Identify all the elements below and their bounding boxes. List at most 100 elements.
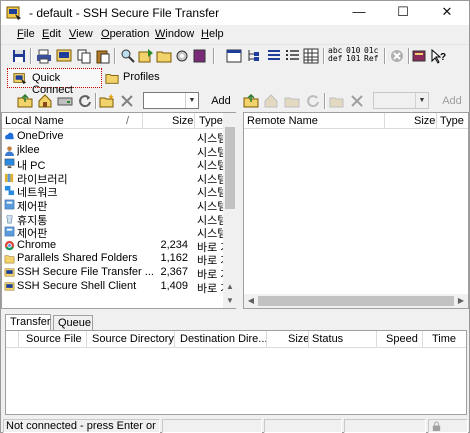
- up-folder-icon[interactable]: [243, 93, 259, 109]
- scroll-up-icon[interactable]: ▲: [223, 280, 236, 294]
- binary-mode-icon[interactable]: 010 101: [346, 47, 360, 63]
- transfer-list[interactable]: Source File Source Directory Destination…: [5, 330, 467, 415]
- list-item[interactable]: 휴지통 시스템: [2, 212, 227, 227]
- maximize-button[interactable]: ☐: [381, 1, 425, 25]
- new-terminal-icon[interactable]: [56, 48, 72, 64]
- refresh-icon[interactable]: [77, 93, 93, 109]
- list-item[interactable]: SSH Secure File Transfer ... 2,367 바로 가: [2, 266, 230, 281]
- source-directory-column[interactable]: Source Directory: [92, 333, 174, 345]
- toolbar-separator: [213, 48, 215, 64]
- remote-column-header: Remote Name Size Type: [244, 113, 468, 129]
- ascii-mode-icon[interactable]: abc def: [328, 47, 342, 63]
- list-item[interactable]: 라이브러리 시스템: [2, 171, 227, 186]
- chevron-down-icon: ▼: [415, 93, 428, 108]
- pane-splitter[interactable]: [236, 112, 243, 309]
- minimize-button[interactable]: —: [337, 1, 381, 25]
- menu-file[interactable]: File: [17, 28, 35, 40]
- new-file-transfer-icon[interactable]: [138, 48, 154, 64]
- time-column[interactable]: Time: [432, 333, 456, 345]
- settings-icon[interactable]: [174, 48, 190, 64]
- home-icon[interactable]: [37, 93, 53, 109]
- file-name: OneDrive: [17, 130, 64, 142]
- new-folder-icon[interactable]: [99, 93, 115, 109]
- network-icon: [4, 185, 15, 196]
- list-item[interactable]: 제어판 시스템: [2, 198, 227, 213]
- help-topics-icon[interactable]: [412, 48, 428, 64]
- speed-column[interactable]: Speed: [386, 333, 418, 345]
- column-divider: [422, 331, 423, 347]
- scroll-left-icon[interactable]: ◀: [244, 294, 258, 308]
- profiles-button[interactable]: Profiles: [103, 68, 161, 88]
- print-icon[interactable]: [36, 48, 52, 64]
- context-help-icon[interactable]: ?: [430, 48, 446, 64]
- list-item[interactable]: Parallels Shared Folders 1,162 바로 가: [2, 252, 230, 267]
- remote-name-column[interactable]: Remote Name: [247, 115, 318, 127]
- scroll-right-icon[interactable]: ▶: [454, 294, 468, 308]
- folder-icon: [105, 74, 119, 84]
- menu-help[interactable]: Help: [201, 28, 224, 40]
- find-icon[interactable]: [120, 48, 136, 64]
- delete-icon[interactable]: [349, 93, 365, 109]
- tree-view-icon[interactable]: [246, 48, 262, 64]
- menu-edit[interactable]: Edit: [42, 28, 61, 40]
- toolbar-separator: [114, 48, 116, 64]
- quick-connect-button[interactable]: Quick Connect: [7, 68, 102, 96]
- remote-add-button[interactable]: Add: [435, 92, 469, 110]
- local-name-column[interactable]: Local Name: [5, 115, 64, 127]
- pc-icon: [4, 158, 15, 169]
- detail-view-icon[interactable]: [266, 48, 282, 64]
- menu-view[interactable]: View: [69, 28, 93, 40]
- menu-window[interactable]: Window: [155, 28, 194, 40]
- open-folder-icon[interactable]: [156, 48, 172, 64]
- column-divider: [174, 331, 175, 347]
- new-folder-icon[interactable]: [329, 93, 345, 109]
- remote-horizontal-scrollbar[interactable]: ◀ ▶: [244, 294, 468, 308]
- file-size: 1,409: [160, 279, 188, 292]
- remote-file-pane[interactable]: Remote Name Size Type ◀ ▶: [243, 112, 469, 309]
- size-column[interactable]: Size: [288, 333, 309, 345]
- local-type-column[interactable]: Type: [199, 115, 223, 127]
- save-icon[interactable]: [11, 48, 27, 64]
- stop-icon[interactable]: [389, 48, 405, 64]
- remote-type-column[interactable]: Type: [440, 115, 464, 127]
- scrollbar-thumb[interactable]: [258, 296, 454, 306]
- status-cell: [264, 419, 342, 433]
- menu-operation[interactable]: Operation: [101, 28, 149, 40]
- grid-view-icon[interactable]: [303, 48, 319, 64]
- local-size-column[interactable]: Size: [172, 115, 193, 127]
- list-item[interactable]: Chrome 2,234 바로 가: [2, 239, 230, 254]
- status-column[interactable]: Status: [312, 333, 343, 345]
- list-item[interactable]: 네트워크 시스템: [2, 184, 227, 199]
- local-vertical-scrollbar[interactable]: ▲ ▼: [223, 113, 236, 308]
- list-item[interactable]: 제어판 시스템: [2, 225, 227, 240]
- tab-transfer[interactable]: Transfer: [5, 314, 51, 331]
- up-folder-icon[interactable]: [17, 93, 33, 109]
- list-item[interactable]: OneDrive 시스템: [2, 130, 227, 145]
- list-view-icon[interactable]: [226, 48, 242, 64]
- destination-directory-column[interactable]: Destination Dire...: [180, 333, 267, 345]
- remote-path-dropdown[interactable]: ▼: [373, 92, 429, 109]
- list-item[interactable]: jklee 시스템: [2, 144, 227, 159]
- local-path-dropdown[interactable]: ▼: [143, 92, 199, 109]
- drive-icon[interactable]: [57, 93, 73, 109]
- refresh-icon[interactable]: [305, 93, 321, 109]
- toolbar-separator: [384, 48, 386, 64]
- scrollbar-thumb[interactable]: [225, 127, 235, 209]
- paste-icon[interactable]: [95, 48, 111, 64]
- list-details-icon[interactable]: [285, 48, 301, 64]
- delete-icon[interactable]: [119, 93, 135, 109]
- copy-icon[interactable]: [76, 48, 92, 64]
- tab-queue[interactable]: Queue: [53, 315, 93, 331]
- list-item[interactable]: SSH Secure Shell Client 1,409 바로 가: [2, 279, 230, 295]
- help-book-icon[interactable]: [192, 48, 208, 64]
- remote-size-column[interactable]: Size: [414, 115, 435, 127]
- local-file-pane[interactable]: Local Name / Size Type OneDrive 시스템 jklee 시…: [1, 112, 237, 309]
- close-button[interactable]: ✕: [425, 1, 469, 25]
- auto-mode-icon[interactable]: 01c Ref: [364, 47, 378, 63]
- scroll-down-icon[interactable]: ▼: [223, 294, 236, 308]
- local-add-button[interactable]: Add: [204, 92, 238, 110]
- folder-icon[interactable]: [284, 93, 300, 109]
- home-icon[interactable]: [263, 93, 279, 109]
- list-item[interactable]: 내 PC 시스템: [2, 157, 227, 172]
- source-file-column[interactable]: Source File: [26, 333, 82, 345]
